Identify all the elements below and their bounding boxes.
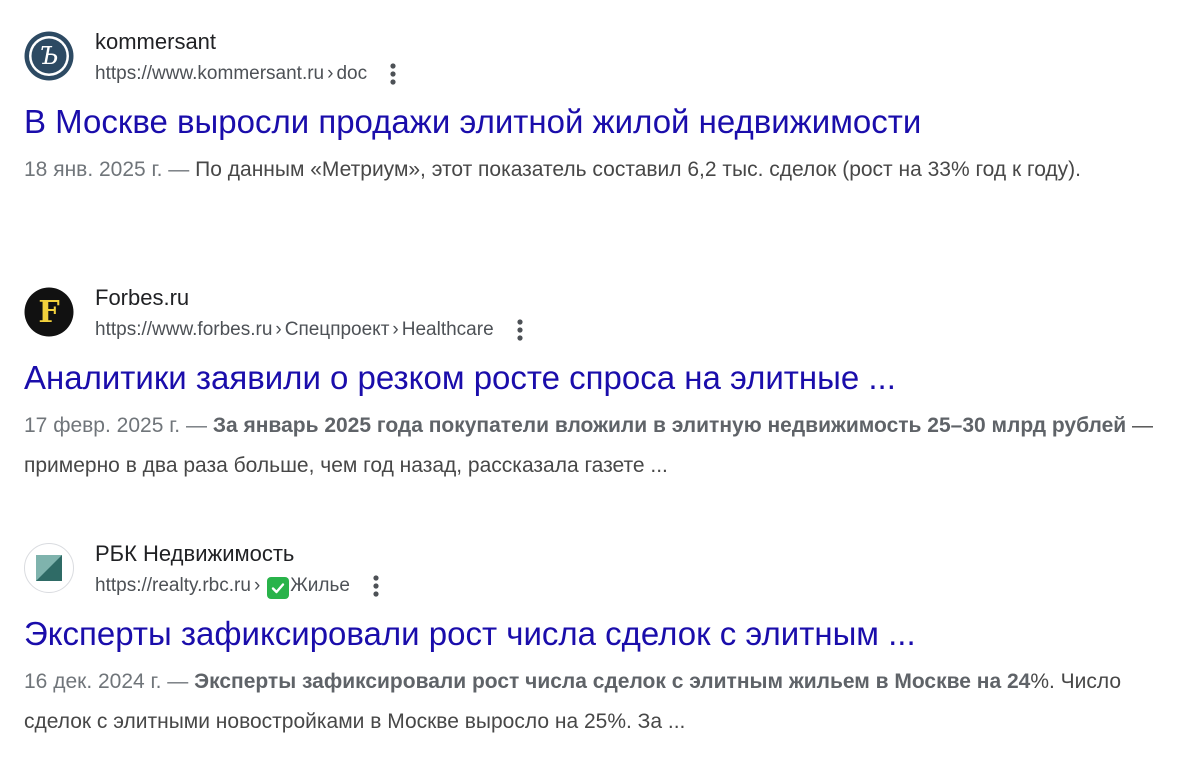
snippet-highlight: За январь 2025 года покупатели вложили в…: [212, 414, 1127, 437]
site-name: РБК Недвижимость: [95, 541, 295, 566]
site-name: Forbes.ru: [95, 285, 190, 310]
search-result: F Forbes.ru https://www.forbes.ru › Спецпр…: [24, 284, 1184, 486]
result-snippet: 16 дек. 2024 г. — Эксперты зафиксировали…: [24, 670, 1122, 733]
breadcrumb: Healthcare: [401, 319, 494, 340]
result-date: 18 янв. 2025 г. —: [24, 158, 190, 181]
breadcrumb: Жилье: [290, 575, 350, 596]
svg-text:Ъ: Ъ: [39, 42, 58, 70]
result-snippet: 17 февр. 2025 г. — За январь 2025 года п…: [24, 414, 1154, 477]
result-source[interactable]: РБК Недвижимость https://realty.rbc.ru › Ж…: [24, 540, 1184, 604]
search-result: Ъ kommersant https://www.kommersant.ru › d…: [24, 28, 1184, 190]
result-url: https://www.kommersant.ru › doc: [95, 63, 368, 84]
more-vert-icon[interactable]: [364, 572, 388, 600]
forbes-logo-icon: F: [24, 287, 74, 337]
forbes-logo-letter: F: [38, 295, 59, 330]
result-source[interactable]: Ъ kommersant https://www.kommersant.ru › d…: [24, 28, 1184, 92]
search-result: РБК Недвижимость https://realty.rbc.ru › Ж…: [24, 540, 1184, 742]
more-vert-icon[interactable]: [508, 316, 532, 344]
snippet-highlight: Эксперты зафиксировали рост числа сделок…: [194, 670, 1031, 693]
result-source[interactable]: F Forbes.ru https://www.forbes.ru › Спецпр…: [24, 284, 1184, 348]
more-vert-icon[interactable]: [381, 60, 405, 88]
result-title-link[interactable]: Аналитики заявили о резком росте спроса …: [24, 356, 1184, 400]
result-date: 16 дек. 2024 г. —: [24, 670, 189, 693]
result-url: https://www.forbes.ru › Спецпроект › Healthc…: [95, 319, 494, 340]
result-title-link[interactable]: Эксперты зафиксировали рост числа сделок…: [24, 612, 1184, 656]
result-snippet: 18 янв. 2025 г. — По данным «Метриум», э…: [24, 158, 1082, 181]
check-mark-icon: [267, 577, 290, 599]
result-url: https://realty.rbc.ru › Жилье: [95, 572, 350, 600]
result-date: 17 февр. 2025 г. —: [24, 414, 207, 437]
breadcrumb: doc: [336, 63, 368, 84]
breadcrumb: Спецпроект: [284, 319, 390, 340]
site-name: kommersant: [95, 29, 217, 54]
result-title-link[interactable]: В Москве выросли продажи элитной жилой н…: [24, 100, 1184, 144]
kommersant-logo-icon: Ъ: [24, 31, 74, 81]
rbc-realty-logo-icon: [24, 543, 74, 593]
